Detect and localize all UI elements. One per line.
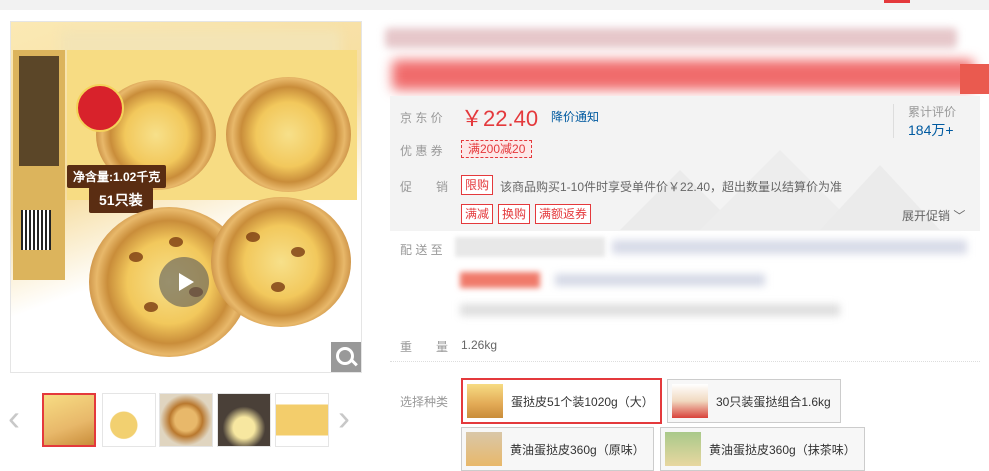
shipping-service-blurred <box>555 274 765 286</box>
review-divider <box>893 104 894 138</box>
coupon-label: 优 惠 券 <box>400 144 443 158</box>
variant-thumb <box>467 384 503 418</box>
variant-option-1[interactable]: 蛋挞皮51个装1020g（大） <box>461 378 662 424</box>
thumb-next-arrow-icon[interactable]: › <box>338 400 350 436</box>
top-strip <box>0 0 989 10</box>
price-label: 京 东 价 <box>400 111 443 125</box>
shipping-badge-blurred <box>460 272 540 288</box>
review-label: 累计评价 <box>908 105 957 119</box>
red-round-badge <box>76 84 124 132</box>
main-product-image[interactable]: 净含量:1.02千克 51只装 <box>10 21 362 373</box>
variant-name: 黄油蛋挞皮360g（原味） <box>510 443 645 457</box>
promo-tag-exchange[interactable]: 换购 <box>498 204 531 224</box>
thumbnail-1[interactable] <box>42 393 96 447</box>
divider <box>390 361 980 362</box>
variant-thumb <box>665 432 701 466</box>
variant-name: 蛋挞皮51个装1020g（大） <box>511 395 654 409</box>
product-title-blurred <box>385 28 957 48</box>
thumb-prev-arrow-icon[interactable]: ‹ <box>8 400 20 436</box>
box-side-band <box>19 56 59 166</box>
price-value: ￥22.40 <box>461 106 539 131</box>
count-label: 51只装 <box>89 187 153 213</box>
variant-label: 选择种类 <box>400 395 449 409</box>
thumbnail-5[interactable] <box>275 393 329 447</box>
variant-option-2[interactable]: 30只装蛋挞组合1.6kg <box>667 379 841 423</box>
promo-tag-limit[interactable]: 限购 <box>461 175 494 195</box>
egg-tart-image <box>211 197 351 327</box>
thumbnail-2[interactable] <box>102 393 156 447</box>
weight-label: 重 量 <box>400 340 449 354</box>
promo-label: 促 销 <box>400 180 449 194</box>
shipping-address-blurred[interactable] <box>455 237 605 257</box>
box-side-panel <box>13 50 65 280</box>
egg-tart-image <box>226 77 351 192</box>
variant-option-3[interactable]: 黄油蛋挞皮360g（原味） <box>461 427 654 471</box>
expand-promo-label: 展开促销 <box>902 209 951 223</box>
zoom-magnifier-icon[interactable] <box>331 342 361 372</box>
variant-thumb <box>672 384 708 418</box>
shipping-note-blurred <box>460 304 840 316</box>
weight-value: 1.26kg <box>461 338 498 352</box>
product-subtitle-blurred <box>392 60 974 90</box>
variant-name: 黄油蛋挞皮360g（抹茶味） <box>709 443 856 457</box>
thumbnail-3[interactable] <box>159 393 213 447</box>
top-red-tab <box>884 0 910 3</box>
price-notify-link[interactable]: 降价通知 <box>551 108 599 125</box>
shipping-label: 配 送 至 <box>400 243 443 257</box>
variant-option-4[interactable]: 黄油蛋挞皮360g（抹茶味） <box>660 427 865 471</box>
chevron-down-icon: ﹀ <box>953 209 966 223</box>
promo-description: 该商品购买1-10件时享受单件价￥22.40，超出数量以结算价为准 <box>500 180 843 194</box>
variant-thumb <box>466 432 502 466</box>
play-video-button[interactable] <box>159 257 209 307</box>
promo-tag-coupon-return[interactable]: 满额返券 <box>535 204 592 224</box>
variant-name: 30只装蛋挞组合1.6kg <box>716 395 831 409</box>
promo-tag-discount[interactable]: 满减 <box>461 204 494 224</box>
net-weight-label: 净含量:1.02千克 <box>67 165 167 188</box>
thumbnail-4[interactable] <box>217 393 271 447</box>
shipping-info-blurred <box>612 240 967 254</box>
barcode <box>21 210 51 250</box>
coupon-badge[interactable]: 满200减20 <box>461 140 533 158</box>
expand-promo-button[interactable]: 展开促销 ﹀ <box>902 207 965 224</box>
review-count-link[interactable]: 184万+ <box>908 120 954 140</box>
side-red-tab <box>960 64 989 94</box>
